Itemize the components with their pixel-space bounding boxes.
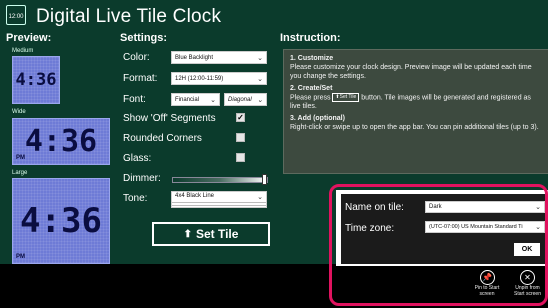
tone-select[interactable]: 4x4 Black Line ⌄ <box>171 191 267 208</box>
large-tile-preview: PM 4:36 <box>12 178 110 264</box>
step1-title: 1. Customize <box>290 55 334 62</box>
tone-label: Tone: <box>123 193 148 204</box>
show-off-segments-checkbox[interactable]: ✓ <box>236 113 245 122</box>
large-label: Large <box>12 170 28 176</box>
glass-label: Glass: <box>123 153 152 164</box>
clock-tile-icon: 12:00 <box>6 5 26 25</box>
font-label: Font: <box>123 94 146 105</box>
step1-text: Please customize your clock design. Prev… <box>290 64 532 80</box>
app-title: Digital Live Tile Clock <box>36 6 222 27</box>
dimmer-slider[interactable] <box>172 177 268 183</box>
step2-title: 2. Create/Set <box>290 85 333 92</box>
step3-title: 3. Add (optional) <box>290 115 345 123</box>
instruction-heading: Instruction: <box>280 32 341 44</box>
color-label: Color: <box>123 52 150 63</box>
rounded-corners-checkbox[interactable] <box>236 133 245 142</box>
format-label: Format: <box>123 73 158 84</box>
set-tile-inline-icon: ⬆Set Tile <box>332 93 360 102</box>
dimmer-label: Dimmer: <box>123 173 161 184</box>
highlight-frame <box>329 184 548 306</box>
set-tile-button[interactable]: ⬆ Set Tile <box>152 222 270 246</box>
wide-tile-preview: PM 4:36 <box>12 118 110 165</box>
set-tile-icon: ⬆ <box>183 228 192 240</box>
step3-text: Right-click or swipe up to open the app … <box>290 124 539 132</box>
glass-checkbox[interactable] <box>236 153 245 162</box>
preview-heading: Preview: <box>6 32 52 44</box>
medium-label: Medium <box>12 48 34 54</box>
settings-heading: Settings: <box>120 32 168 44</box>
instruction-panel: 1. Customize Please customize your clock… <box>283 49 548 174</box>
dimmer-slider-thumb[interactable] <box>262 174 267 185</box>
font-style-select[interactable]: Diagonal ⌄ <box>224 93 267 106</box>
font-select[interactable]: Financial ⌄ <box>171 93 220 106</box>
step2-text: Please press ⬆Set Tile button. Tile imag… <box>290 93 531 111</box>
rounded-corners-label: Rounded Corners <box>123 133 202 144</box>
show-off-segments-label: Show 'Off' Segments <box>123 113 216 124</box>
format-select[interactable]: 12H (12:00-11:59) ⌄ <box>171 72 267 85</box>
color-select[interactable]: Blue Backlight ⌄ <box>171 51 267 64</box>
wide-label: Wide <box>12 109 26 115</box>
medium-tile-preview: 4:36 <box>12 56 60 104</box>
